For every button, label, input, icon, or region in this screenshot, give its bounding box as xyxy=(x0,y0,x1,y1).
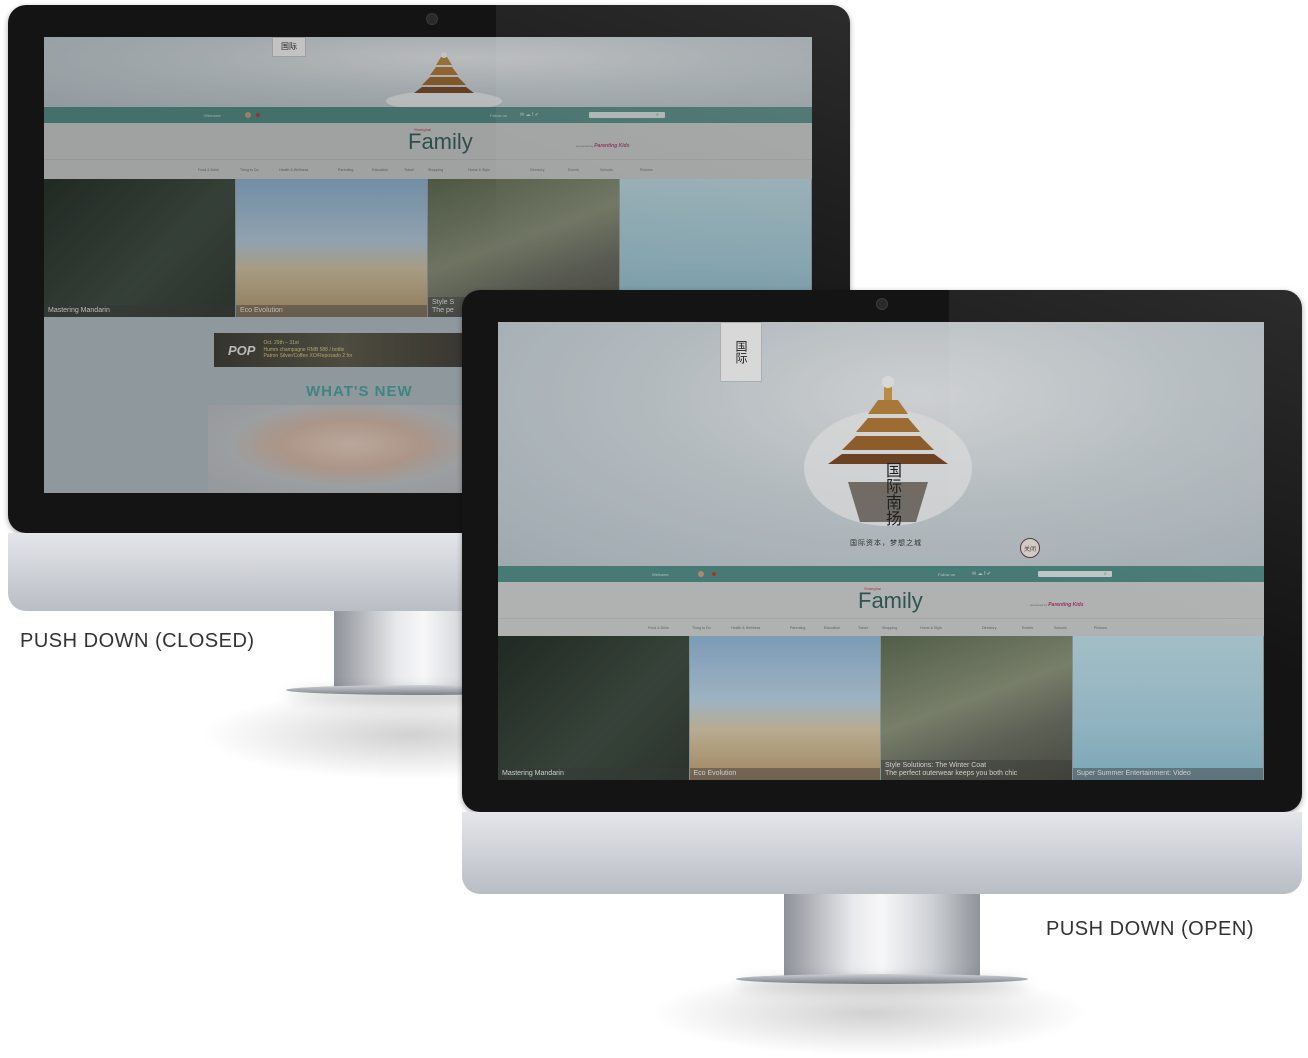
banner-text: Oct. 29th – 31st Humm champagne RMB 588 … xyxy=(263,340,352,360)
social-icons[interactable]: ✉ ☁ f ✔ xyxy=(972,571,991,577)
tile-caption: Eco Evolution xyxy=(236,304,427,317)
site-logo[interactable]: Shanghai Family xyxy=(408,127,473,155)
tile-caption: Mastering Mandarin xyxy=(498,767,689,780)
nav-item[interactable]: Parenting xyxy=(338,168,353,172)
banner-line: Humm champagne RMB 588 / bottle xyxy=(263,346,345,353)
label-closed: PUSH DOWN (CLOSED) xyxy=(20,630,255,652)
tile-caption: Mastering Mandarin xyxy=(44,304,235,317)
feature-tile[interactable]: Eco Evolution xyxy=(689,636,881,780)
tile-caption: Super Summer Entertainment: Video xyxy=(1072,767,1263,780)
nav-item[interactable]: Food & Drink xyxy=(648,626,669,630)
nav-item[interactable]: Travel xyxy=(404,168,414,172)
tile-caption-title: Style Solutions: The Winter Coat xyxy=(885,761,987,769)
whats-new-image[interactable] xyxy=(208,405,466,493)
nav-item[interactable]: Directory xyxy=(530,168,544,172)
hero-tagline: 国际资本，梦想之城 xyxy=(850,539,922,547)
hero-seal-icon: 国际 xyxy=(720,322,762,382)
nav-item[interactable]: Directory xyxy=(982,626,996,630)
feature-tile[interactable]: Eco Evolution xyxy=(236,179,428,317)
nav-item[interactable]: Schools xyxy=(600,168,613,172)
nav-item[interactable]: Events xyxy=(1022,626,1033,630)
banner-line: Oct. 29th – 31st xyxy=(263,339,299,346)
hero-calligraphy: 国际南扬 xyxy=(883,462,902,526)
presented-by: presented by Parenting Kids xyxy=(576,143,630,149)
feature-tile[interactable]: Super Summer Entertainment: Video xyxy=(1072,636,1264,780)
feature-tiles: Mastering Mandarin Eco Evolution Style S… xyxy=(498,636,1264,780)
site-logo[interactable]: Shanghai Family xyxy=(858,586,923,614)
nav-item[interactable]: Travel xyxy=(858,626,868,630)
site-masthead: Shanghai Family presented by Parenting K… xyxy=(498,582,1264,618)
nav-item[interactable]: Events xyxy=(568,168,579,172)
monitor-open: 国际 国际南扬 国际资本，梦想之城 关闭 Welcome Follow us ✉… xyxy=(462,290,1302,990)
presenter-logo[interactable]: Parenting Kids xyxy=(594,143,629,149)
monitor-chin xyxy=(462,812,1302,894)
tile-caption: Style Solutions: The Winter Coat The per… xyxy=(881,759,1072,780)
topbar-welcome: Welcome xyxy=(652,572,669,577)
nav-item[interactable]: Thing to Do xyxy=(692,626,711,630)
nav-item[interactable]: Shopping xyxy=(882,626,897,630)
topbar-welcome: Welcome xyxy=(204,113,221,118)
hero-seal-icon: 国际 xyxy=(272,37,306,57)
logo-small: Shanghai xyxy=(864,586,881,591)
nav-item[interactable]: Education xyxy=(824,626,840,630)
logo-small: Shanghai xyxy=(414,127,431,132)
site-topbar: Welcome Follow us ✉ ☁ f ✔ ⌕ xyxy=(44,107,812,123)
tile-caption: Eco Evolution xyxy=(689,767,880,780)
feature-tile[interactable]: Mastering Mandarin xyxy=(44,179,236,317)
banner-line: Patron Silver/Coffee XO/Reposado 2 for xyxy=(263,353,353,360)
main-nav: Food & Drink Thing to Do Health & Wellne… xyxy=(44,159,812,180)
monitor-bezel: 国际 国际南扬 国际资本，梦想之城 关闭 Welcome Follow us ✉… xyxy=(462,290,1302,812)
feature-tile[interactable]: Style Solutions: The Winter Coat The per… xyxy=(881,636,1073,780)
nav-item[interactable]: Schools xyxy=(1054,626,1067,630)
label-open: PUSH DOWN (OPEN) xyxy=(1046,918,1254,940)
flag-icon[interactable] xyxy=(712,572,716,576)
pushdown-close-button[interactable]: 关闭 xyxy=(1020,538,1040,558)
nav-item[interactable]: Home & Style xyxy=(920,626,942,630)
search-input[interactable] xyxy=(589,112,665,118)
avatar-icon[interactable] xyxy=(245,112,251,118)
flag-icon[interactable] xyxy=(256,113,260,117)
avatar-icon[interactable] xyxy=(698,571,704,577)
whats-new-heading: WHAT'S NEW xyxy=(306,383,413,400)
pushdown-hero-closed[interactable]: 国际 xyxy=(44,37,812,107)
presenter-logo[interactable]: Parenting Kids xyxy=(1048,602,1083,608)
website-screen-open: 国际 国际南扬 国际资本，梦想之城 关闭 Welcome Follow us ✉… xyxy=(498,322,1264,780)
site-topbar: Welcome Follow us ✉ ☁ f ✔ ⌕ xyxy=(498,566,1264,582)
site-masthead: Shanghai Family presented by Parenting K… xyxy=(44,123,812,159)
nav-item[interactable]: Pictures xyxy=(640,168,653,172)
camera-icon xyxy=(876,298,888,310)
nav-item[interactable]: Health & Wellness xyxy=(731,626,760,630)
presented-by-label: presented by xyxy=(576,144,594,148)
presented-by-label: presented by xyxy=(1030,603,1048,607)
presented-by: presented by Parenting Kids xyxy=(1030,602,1084,608)
nav-item[interactable]: Food & Drink xyxy=(198,168,219,172)
nav-item[interactable]: Education xyxy=(372,168,388,172)
logo-text: Family xyxy=(408,129,473,154)
topbar-follow: Follow us xyxy=(938,572,955,577)
camera-icon xyxy=(426,13,438,25)
social-icons[interactable]: ✉ ☁ f ✔ xyxy=(520,112,539,118)
foot-shadow xyxy=(650,970,1090,1056)
topbar-follow: Follow us xyxy=(490,113,507,118)
monitor-neck xyxy=(784,894,980,978)
search-icon[interactable]: ⌕ xyxy=(1104,571,1107,577)
nav-item[interactable]: Thing to Do xyxy=(240,168,259,172)
ad-banner[interactable]: POP Oct. 29th – 31st Humm champagne RMB … xyxy=(214,333,474,367)
nav-item[interactable]: Home & Style xyxy=(468,168,490,172)
nav-item[interactable]: Shopping xyxy=(428,168,443,172)
pushdown-hero-open[interactable]: 国际 国际南扬 国际资本，梦想之城 关闭 xyxy=(498,322,1264,566)
tile-caption-sub: The perfect outerwear keeps you both chi… xyxy=(885,769,1018,777)
main-nav: Food & Drink Thing to Do Health & Wellne… xyxy=(498,618,1264,637)
pagoda-icon xyxy=(386,52,502,107)
search-input[interactable] xyxy=(1038,571,1112,577)
feature-tile[interactable]: Mastering Mandarin xyxy=(498,636,690,780)
logo-text: Family xyxy=(858,588,923,613)
nav-item[interactable]: Pictures xyxy=(1094,626,1107,630)
nav-item[interactable]: Health & Wellness xyxy=(279,168,308,172)
search-icon[interactable]: ⌕ xyxy=(656,112,659,118)
banner-brand: POP xyxy=(228,342,256,358)
nav-item[interactable]: Parenting xyxy=(790,626,805,630)
